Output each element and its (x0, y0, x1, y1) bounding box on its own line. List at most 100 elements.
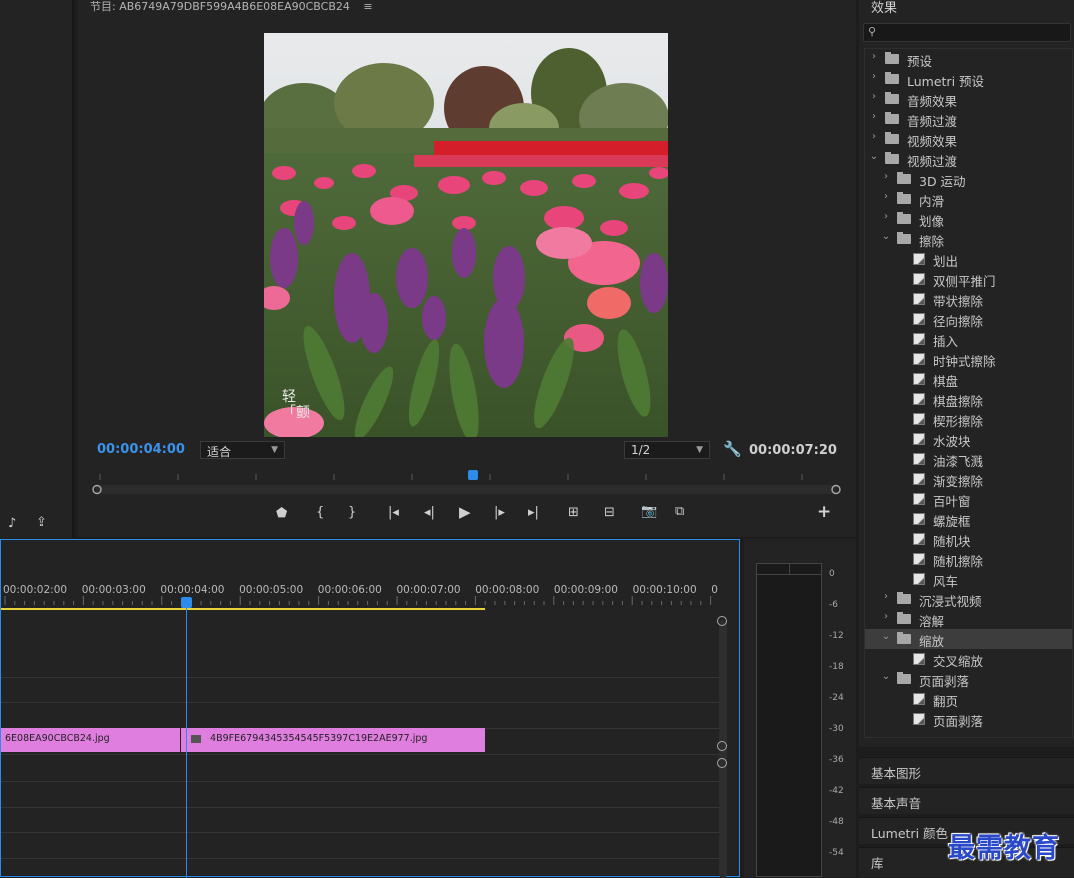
timeline-panel: 00:00:02:00 00:00:03:00 00:00:04:00 00:00:0… (0, 539, 740, 878)
effects-tree-item[interactable]: › 音频效果 (865, 89, 1072, 109)
effects-tree-item[interactable]: 百叶窗 (865, 489, 1072, 509)
lift-icon[interactable]: ⊞ (568, 505, 579, 520)
transition-effect-icon (913, 373, 925, 385)
effects-tree-item[interactable]: › 内滑 (865, 189, 1072, 209)
chevron-right-icon[interactable]: › (869, 91, 879, 102)
audio-meter-channels (756, 563, 822, 877)
effects-search-input[interactable]: ⚲ (863, 23, 1071, 42)
chevron-down-icon[interactable]: ⌄ (881, 631, 891, 642)
effects-tree-item[interactable]: 交叉缩放 (865, 649, 1072, 669)
effects-tree-item[interactable]: 楔形擦除 (865, 409, 1072, 429)
effects-tree-item[interactable]: 划出 (865, 249, 1072, 269)
chevron-right-icon[interactable]: › (881, 591, 891, 602)
effects-tree-item-label: 翻页 (933, 694, 959, 709)
effects-tree-item[interactable]: › Lumetri 预设 (865, 69, 1072, 89)
resolution-select[interactable]: 1/2 ▼ (624, 441, 710, 459)
transition-effect-icon (913, 493, 925, 505)
camera-icon[interactable]: 📷 (641, 504, 657, 519)
folder-icon (885, 112, 899, 124)
chevron-right-icon[interactable]: › (869, 51, 879, 62)
transition-effect-icon (913, 573, 925, 585)
chevron-right-icon[interactable]: › (881, 171, 891, 182)
transition-effect-icon (913, 273, 925, 285)
extract-icon[interactable]: ⊟ (604, 505, 615, 520)
db-label: -12 (829, 631, 844, 641)
effects-tree-item[interactable]: › 沉浸式视频 (865, 589, 1072, 609)
effects-tree-item[interactable]: › 预设 (865, 49, 1072, 69)
step-back-icon[interactable]: ◂| (424, 505, 435, 520)
tab-basic-graphics-label: 基本图形 (871, 766, 922, 781)
effects-tree-item[interactable]: 随机块 (865, 529, 1072, 549)
effects-tree-item-label: 百叶窗 (933, 494, 971, 509)
chevron-right-icon[interactable]: › (869, 71, 879, 82)
scroll-handle-icon[interactable] (717, 741, 727, 751)
effects-tree-item[interactable]: 棋盘擦除 (865, 389, 1072, 409)
effects-tree-item[interactable]: ⌄ 视频过渡 (865, 149, 1072, 169)
effects-tree-item[interactable]: 插入 (865, 329, 1072, 349)
audio-only-icon[interactable]: ♪ (8, 516, 16, 531)
effects-tree-item[interactable]: 渐变擦除 (865, 469, 1072, 489)
chevron-down-icon[interactable]: ⌄ (869, 151, 879, 162)
go-to-out-icon[interactable]: ▸| (528, 505, 539, 520)
effects-tree-item[interactable]: ⌄ 缩放 (865, 629, 1072, 649)
search-icon: ⚲ (868, 25, 877, 38)
effects-tree-item[interactable]: › 音频过渡 (865, 109, 1072, 129)
effects-tree-item[interactable]: 翻页 (865, 689, 1072, 709)
chevron-right-icon[interactable]: › (881, 611, 891, 622)
chevron-right-icon[interactable]: › (881, 191, 891, 202)
effects-tree-item[interactable]: › 视频效果 (865, 129, 1072, 149)
transition-effect-icon (913, 413, 925, 425)
add-marker-icon[interactable]: ⬟ (276, 506, 287, 521)
effects-tree-item[interactable]: 页面剥落 (865, 709, 1072, 729)
effects-tree-item-label: 风车 (933, 574, 959, 589)
timeline-clip[interactable]: 4B9FE6794345354545F5397C19E2AE977.jpg (181, 728, 485, 752)
go-to-in-icon[interactable]: |◂ (388, 505, 399, 520)
export-icon[interactable]: ⇪ (36, 515, 47, 530)
add-button-icon[interactable]: + (817, 502, 831, 522)
panel-menu-icon[interactable]: ≡ (363, 0, 372, 13)
scroll-handle-icon[interactable] (717, 758, 727, 768)
effects-tree-item[interactable]: 时钟式擦除 (865, 349, 1072, 369)
effects-tree-item[interactable]: › 溶解 (865, 609, 1072, 629)
effects-tree-item[interactable]: 水波块 (865, 429, 1072, 449)
effects-tree-item[interactable]: 随机擦除 (865, 549, 1072, 569)
current-timecode[interactable]: 00:00:04:00 (97, 442, 185, 457)
effects-tree-item-label: 渐变擦除 (933, 474, 984, 489)
play-icon[interactable]: ▶ (459, 503, 471, 521)
effects-tree-item-label: 视频过渡 (907, 154, 958, 169)
settings-wrench-icon[interactable]: 🔧 (723, 440, 742, 458)
chevron-down-icon[interactable]: ⌄ (881, 231, 891, 242)
effects-tree-item[interactable]: › 3D 运动 (865, 169, 1072, 189)
tab-basic-sound[interactable]: 基本声音 (859, 787, 1074, 814)
effects-tree-item[interactable]: 风车 (865, 569, 1072, 589)
audio-meter-panel: 0 -6 -12 -18 -24 -30 -36 -42 -48 -54 (744, 539, 856, 877)
effects-tree-item[interactable]: 螺旋框 (865, 509, 1072, 529)
chevron-down-icon[interactable]: ⌄ (881, 671, 891, 682)
timeline-clip[interactable]: 6E08EA90CBCB24.jpg (1, 728, 180, 752)
monitor-playhead[interactable] (468, 470, 479, 480)
monitor-scrub-bar[interactable] (90, 470, 842, 496)
work-area-bar[interactable] (1, 608, 485, 610)
tab-basic-graphics[interactable]: 基本图形 (859, 757, 1074, 784)
mark-out-icon[interactable]: } (348, 505, 356, 520)
step-forward-icon[interactable]: |▸ (494, 505, 505, 520)
chevron-right-icon[interactable]: › (869, 111, 879, 122)
effects-tree-item[interactable]: › 划像 (865, 209, 1072, 229)
chevron-right-icon[interactable]: › (869, 131, 879, 142)
effects-tree-item[interactable]: 油漆飞溅 (865, 449, 1072, 469)
chevron-right-icon[interactable]: › (881, 211, 891, 222)
effects-tree-item[interactable]: 带状擦除 (865, 289, 1072, 309)
resolution-select-value: 1/2 (631, 443, 651, 457)
zoom-select[interactable]: 适合 ▼ (200, 441, 285, 459)
effects-tree-item[interactable]: 径向擦除 (865, 309, 1072, 329)
timeline-playhead[interactable] (181, 597, 192, 608)
scroll-handle-icon[interactable] (717, 616, 727, 626)
tab-basic-sound-label: 基本声音 (871, 796, 922, 811)
effects-tree-item[interactable]: ⌄ 擦除 (865, 229, 1072, 249)
ruler-label: 00:00:06:00 (317, 584, 382, 596)
effects-tree-item[interactable]: 棋盘 (865, 369, 1072, 389)
effects-tree-item[interactable]: 双侧平推门 (865, 269, 1072, 289)
effects-tree-item[interactable]: ⌄ 页面剥落 (865, 669, 1072, 689)
compare-view-icon[interactable]: ⧉ (675, 504, 684, 519)
mark-in-icon[interactable]: { (316, 505, 324, 520)
